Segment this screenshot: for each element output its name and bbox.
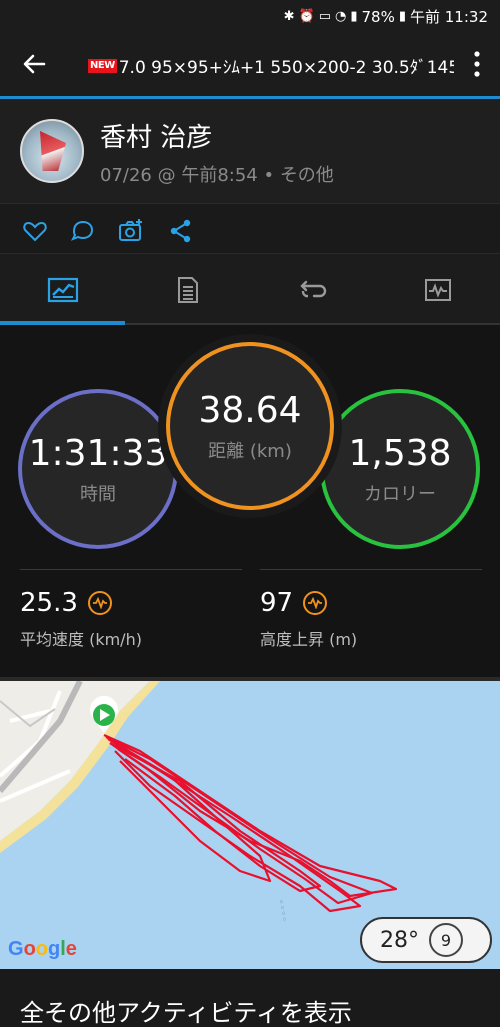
alarm-icon: ⏰ bbox=[298, 9, 315, 24]
chart-wave-icon[interactable] bbox=[87, 591, 112, 615]
calories-label: カロリー bbox=[364, 483, 436, 505]
overview-chart-icon bbox=[47, 277, 78, 303]
signal-icon: ▮ bbox=[350, 9, 358, 24]
more-options-icon[interactable] bbox=[472, 50, 482, 78]
temperature-value: 28° bbox=[380, 927, 419, 953]
like-heart-icon[interactable] bbox=[22, 218, 48, 244]
clock: 午前 11:32 bbox=[410, 8, 488, 26]
comment-icon[interactable] bbox=[70, 218, 96, 244]
chart-wave-icon[interactable] bbox=[303, 591, 328, 615]
app-bar: NEW 7.0 95×95+ｼﾑ+1 550×200-2 30.5ﾀﾞ145ﾀﾞ bbox=[0, 32, 500, 96]
user-name[interactable]: 香村 治彦 bbox=[100, 117, 212, 154]
profile-header: 香村 治彦 07/26 @ 午前8:54 • その他 bbox=[0, 99, 500, 203]
distance-ring: 38.64 距離 (km) bbox=[166, 342, 334, 510]
meta-separator: • bbox=[257, 165, 280, 186]
distance-label: 距離 (km) bbox=[208, 440, 292, 462]
elevation-gain-stat: 97 高度上昇 (m) bbox=[260, 569, 482, 650]
battery-icon: ▮ bbox=[398, 9, 406, 24]
avg-speed-stat: 25.3 平均速度 (km/h) bbox=[20, 569, 242, 650]
tab-bar bbox=[0, 253, 500, 325]
google-logo: Google bbox=[8, 938, 77, 960]
activity-type: その他 bbox=[279, 165, 334, 186]
distance-value: 38.64 bbox=[198, 389, 302, 431]
show-all-activities-link[interactable]: 全その他アクティビティを表示 bbox=[20, 993, 352, 1027]
calories-ring: 1,538 カロリー bbox=[320, 389, 480, 549]
share-icon[interactable] bbox=[168, 218, 194, 244]
battery-text: 78% bbox=[361, 7, 395, 26]
route-map[interactable]: ◦◦◦◦ Google 28° 9 bbox=[0, 677, 500, 969]
wind-direction-icon: 9 bbox=[429, 923, 463, 957]
calories-value: 1,538 bbox=[348, 432, 452, 474]
tab-charts[interactable] bbox=[375, 254, 500, 326]
avatar[interactable] bbox=[20, 119, 84, 183]
wifi-icon: ◔ bbox=[335, 9, 347, 24]
time-ring: 1:31:33 時間 bbox=[18, 389, 178, 549]
volte-icon: ▭ bbox=[318, 9, 331, 24]
elevation-gain-value: 97 bbox=[260, 588, 294, 618]
activity-title: NEW 7.0 95×95+ｼﾑ+1 550×200-2 30.5ﾀﾞ145ﾀﾞ bbox=[88, 53, 454, 78]
back-arrow-icon[interactable] bbox=[18, 48, 50, 80]
bluetooth-icon: ✱ bbox=[283, 9, 295, 24]
activity-meta: 07/26 @ 午前8:54 • その他 bbox=[100, 161, 334, 187]
action-bar bbox=[0, 203, 500, 253]
status-bar: ✱ ⏰ ▭ ◔ ▮ 78% ▮ 午前 11:32 bbox=[0, 0, 500, 32]
time-label: 時間 bbox=[80, 483, 116, 505]
new-badge: NEW bbox=[88, 58, 117, 73]
avg-speed-value: 25.3 bbox=[20, 588, 78, 618]
activity-title-text: 7.0 95×95+ｼﾑ+1 550×200-2 30.5ﾀﾞ145ﾀﾞ bbox=[118, 58, 454, 78]
tab-details[interactable] bbox=[125, 254, 250, 326]
document-icon bbox=[177, 277, 198, 303]
tab-laps[interactable] bbox=[250, 254, 375, 326]
elevation-gain-label: 高度上昇 (m) bbox=[260, 630, 358, 649]
graph-icon bbox=[424, 279, 451, 301]
weather-badge[interactable]: 28° 9 bbox=[360, 917, 492, 963]
activity-date: 07/26 @ 午前8:54 bbox=[100, 165, 258, 186]
stats-panel: 1:31:33 時間 1,538 カロリー 38.64 距離 (km) 25.3… bbox=[0, 325, 500, 677]
tab-overview[interactable] bbox=[0, 254, 125, 326]
avg-speed-label: 平均速度 (km/h) bbox=[20, 630, 142, 649]
laps-loop-icon bbox=[299, 280, 326, 298]
footer-bar: 全その他アクティビティを表示 bbox=[0, 969, 500, 1027]
gps-track bbox=[103, 733, 398, 913]
time-value: 1:31:33 bbox=[28, 432, 168, 474]
add-photo-icon[interactable] bbox=[118, 218, 144, 244]
